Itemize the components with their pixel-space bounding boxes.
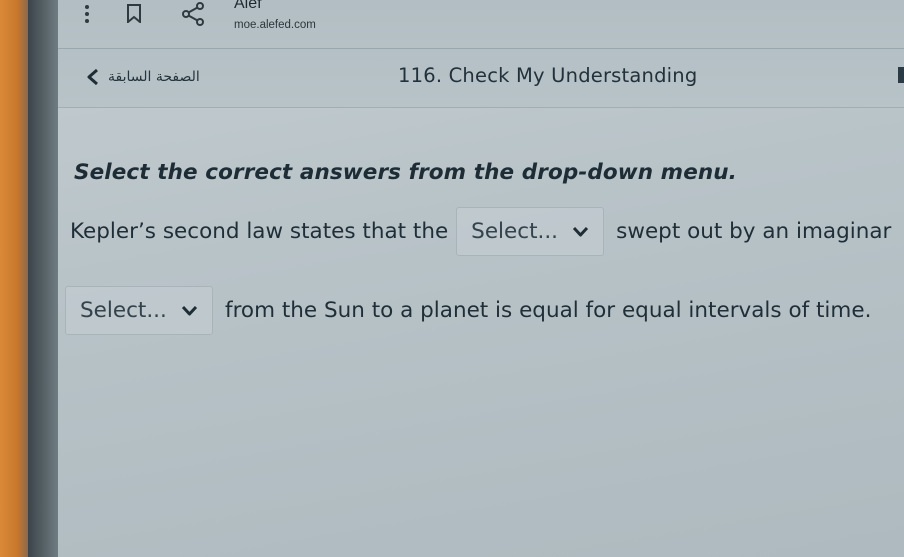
site-title: Alef [234, 0, 262, 12]
sentence-text: swept out by an imaginar [616, 219, 892, 244]
share-icon[interactable] [182, 2, 204, 26]
previous-page-button[interactable]: الصفحة السابقة [86, 64, 200, 90]
dropdown-select-2[interactable]: Select... [65, 286, 213, 335]
dropdown-value: Select... [80, 298, 167, 323]
question-area: Select the correct answers from the drop… [58, 108, 904, 557]
question-instruction: Select the correct answers from the drop… [74, 160, 737, 185]
nav-right-control[interactable] [898, 67, 904, 83]
dropdown-select-1[interactable]: Select... [456, 207, 605, 256]
chevron-left-icon [87, 69, 98, 85]
sentence-text: Kepler’s second law states that the [70, 219, 449, 244]
screen-edge [28, 0, 58, 557]
chevron-down-icon [573, 226, 589, 237]
site-url: moe.alefed.com [234, 19, 316, 31]
lesson-navbar: الصفحة السابقة 116. Check My Understandi… [58, 49, 904, 108]
previous-page-label: الصفحة السابقة [108, 69, 200, 85]
browser-toolbar: Alef moe.alefed.com [58, 0, 904, 49]
chevron-down-icon [181, 305, 198, 316]
sentence-line-1: Kepler’s second law states that the Sele… [70, 207, 891, 256]
lesson-title: 116. Check My Understanding [398, 64, 698, 87]
screen: Alef moe.alefed.com الصفحة السابقة 116. … [58, 0, 904, 557]
device-bezel [0, 0, 28, 557]
dropdown-value: Select... [471, 219, 559, 244]
bookmark-icon[interactable] [126, 4, 142, 23]
sentence-line-2: Select... from the Sun to a planet is eq… [65, 286, 872, 335]
sentence-text: from the Sun to a planet is equal for eq… [225, 298, 872, 323]
kebab-menu-icon[interactable] [83, 3, 91, 27]
